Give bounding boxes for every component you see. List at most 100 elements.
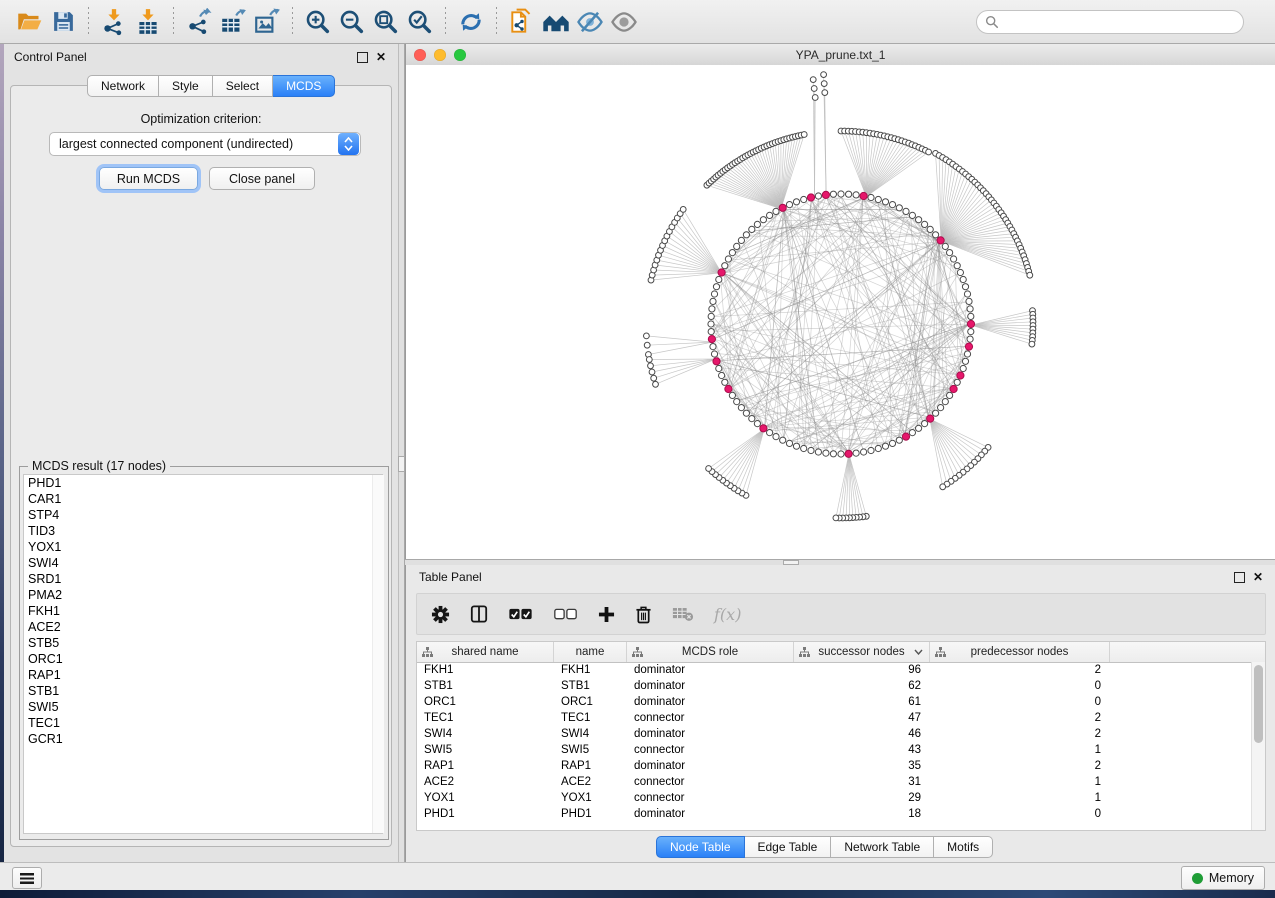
table-cell: 61 [794,696,930,708]
node-table[interactable]: shared name name MCDS role successor nodes p… [416,641,1266,831]
tab-edge-table[interactable]: Edge Table [745,836,832,858]
mcds-result-item[interactable]: STB1 [24,683,382,699]
table-row[interactable]: STB1STB1dominator620 [417,678,1265,694]
close-panel-icon[interactable]: ✕ [376,52,386,62]
mcds-result-item[interactable]: ACE2 [24,619,382,635]
mcds-result-item[interactable]: CAR1 [24,491,382,507]
select-all-checks-icon[interactable] [508,608,533,621]
tab-network-table[interactable]: Network Table [831,836,934,858]
node-table-header-row[interactable]: shared name name MCDS role successor nodes p… [417,642,1265,663]
table-row[interactable]: TEC1TEC1connector472 [417,710,1265,726]
splitter-grip[interactable] [398,456,405,472]
mcds-result-item[interactable]: RAP1 [24,667,382,683]
mcds-list-scrollbar[interactable] [372,475,384,833]
tab-style[interactable]: Style [159,75,213,97]
refresh-icon[interactable] [454,5,488,39]
mcds-result-item[interactable]: SWI5 [24,699,382,715]
table-cell: 2 [930,664,1110,676]
column-header-label: predecessor nodes [971,646,1069,658]
network-overview-icon[interactable] [539,5,573,39]
mcds-result-item[interactable]: FKH1 [24,603,382,619]
export-network-icon[interactable] [182,5,216,39]
mcds-result-list[interactable]: PHD1CAR1STP4TID3YOX1SWI4SRD1PMA2FKH1ACE2… [23,474,383,834]
table-options-gear-icon[interactable] [431,605,450,624]
mcds-result-item[interactable]: TEC1 [24,715,382,731]
network-graph[interactable] [406,65,1275,559]
tab-node-table[interactable]: Node Table [656,836,745,858]
mcds-result-item[interactable]: PMA2 [24,587,382,603]
zoom-fit-icon[interactable] [369,5,403,39]
task-history-button[interactable] [12,867,42,889]
tab-network[interactable]: Network [87,75,159,97]
column-header-label: shared name [451,646,518,658]
mcds-result-item[interactable]: SWI4 [24,555,382,571]
tab-mcds[interactable]: MCDS [273,75,335,97]
hide-details-icon[interactable] [573,5,607,39]
add-column-icon[interactable] [598,606,615,623]
table-cell: 62 [794,680,930,692]
mcds-result-item[interactable]: SRD1 [24,571,382,587]
column-header-MCDS-role[interactable]: MCDS role [627,642,794,662]
control-panel-title: Control Panel [14,50,87,64]
delete-column-icon[interactable] [635,605,652,624]
column-header-name[interactable]: name [554,642,627,662]
close-panel-icon[interactable]: ✕ [1253,572,1263,582]
table-scrollbar-thumb[interactable] [1254,665,1263,743]
table-row[interactable]: FKH1FKH1dominator962 [417,662,1265,678]
mcds-result-item[interactable]: GCR1 [24,731,382,747]
float-panel-icon[interactable] [1234,572,1245,583]
zoom-in-icon[interactable] [301,5,335,39]
tab-select[interactable]: Select [213,75,273,97]
table-row[interactable]: ACE2ACE2connector311 [417,774,1265,790]
column-header-predecessor-nodes[interactable]: predecessor nodes [930,642,1110,662]
column-header-label: name [576,646,605,658]
table-cell: 0 [930,696,1110,708]
table-row[interactable]: YOX1YOX1connector291 [417,790,1265,806]
column-header-label: successor nodes [818,646,904,658]
mcds-result-item[interactable]: ORC1 [24,651,382,667]
memory-button[interactable]: Memory [1181,866,1265,890]
close-panel-button[interactable]: Close panel [209,167,315,190]
main-toolbar [0,0,1275,44]
show-column-icon[interactable] [470,605,488,623]
network-canvas[interactable] [406,65,1275,559]
export-table-icon[interactable] [216,5,250,39]
control-panel: Control Panel ✕ NetworkStyleSelectMCDS O… [4,44,398,862]
mcds-result-item[interactable]: STB5 [24,635,382,651]
mcds-result-item[interactable]: PHD1 [24,475,382,491]
zoom-out-icon[interactable] [335,5,369,39]
table-row[interactable]: PHD1PHD1dominator180 [417,806,1265,822]
export-image-icon[interactable] [250,5,284,39]
table-cell: 0 [930,808,1110,820]
table-cell: STB1 [554,680,627,692]
table-cell: ORC1 [417,696,554,708]
mcds-result-item[interactable]: TID3 [24,523,382,539]
share-document-icon[interactable] [505,5,539,39]
table-row[interactable]: SWI5SWI5connector431 [417,742,1265,758]
tab-motifs[interactable]: Motifs [934,836,993,858]
search-input[interactable] [1004,12,1243,32]
column-header-shared-name[interactable]: shared name [417,642,554,662]
network-window-titlebar[interactable]: YPA_prune.txt_1 [406,44,1275,66]
open-file-icon[interactable] [12,5,46,39]
table-cell: FKH1 [554,664,627,676]
save-session-icon[interactable] [46,5,80,39]
column-header-successor-nodes[interactable]: successor nodes [794,642,930,662]
deselect-all-checks-icon[interactable] [553,608,578,621]
vertical-splitter[interactable] [398,44,405,862]
search-box[interactable] [976,10,1244,34]
table-row[interactable]: SWI4SWI4dominator462 [417,726,1265,742]
zoom-selected-icon[interactable] [403,5,437,39]
mcds-result-item[interactable]: STP4 [24,507,382,523]
optimization-criterion-select[interactable]: largest connected component (undirected) [49,132,361,156]
run-mcds-button[interactable]: Run MCDS [99,167,198,190]
table-row[interactable]: RAP1RAP1dominator352 [417,758,1265,774]
node-table-body[interactable]: FKH1FKH1dominator962STB1STB1dominator620… [417,662,1265,830]
float-panel-icon[interactable] [357,52,368,63]
table-row[interactable]: ORC1ORC1dominator610 [417,694,1265,710]
import-table-icon[interactable] [131,5,165,39]
table-scrollbar[interactable] [1251,662,1265,830]
mcds-result-item[interactable]: YOX1 [24,539,382,555]
import-network-icon[interactable] [97,5,131,39]
table-cell: dominator [627,664,794,676]
